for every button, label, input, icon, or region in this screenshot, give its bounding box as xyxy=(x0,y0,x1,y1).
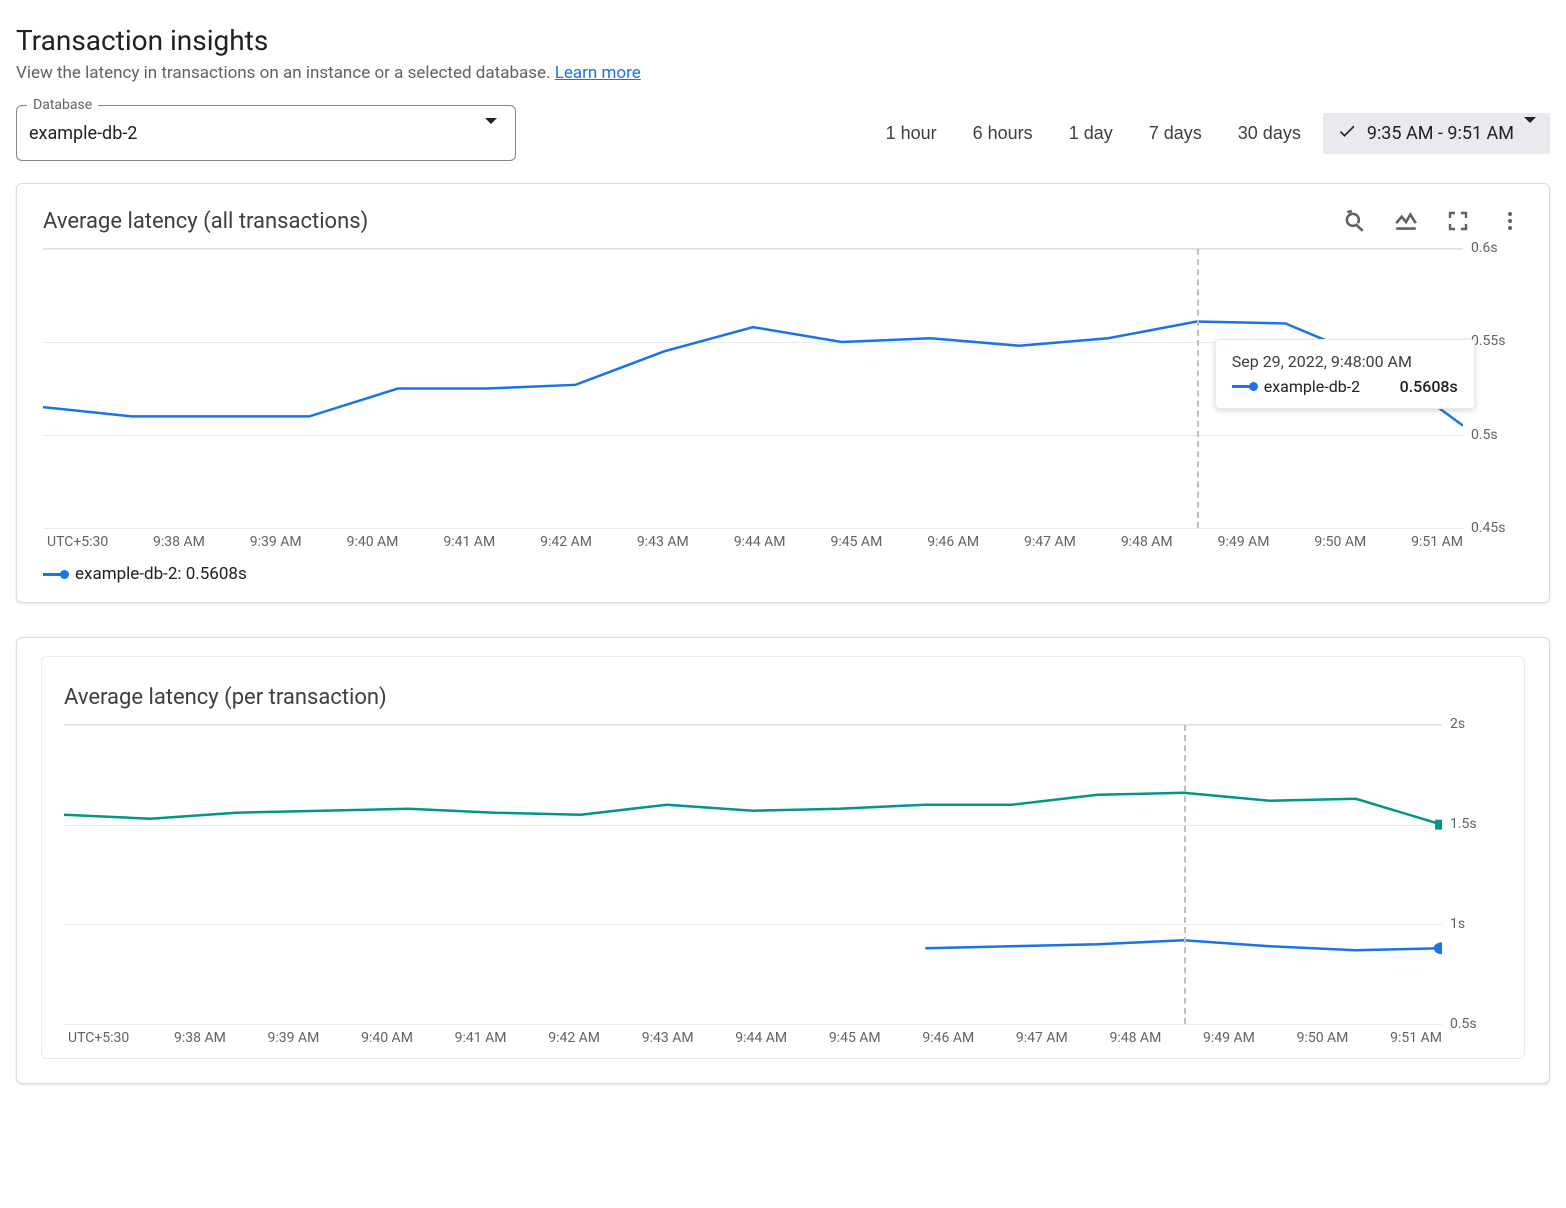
page-title: Transaction insights xyxy=(16,24,1550,57)
legend-text: example-db-2: 0.5608s xyxy=(75,564,247,584)
x-tick: 9:47 AM xyxy=(1016,1030,1068,1046)
x-tick: 9:42 AM xyxy=(540,534,592,550)
chart1-xaxis: UTC+5:30 9:38 AM 9:39 AM 9:40 AM 9:41 AM 9:4… xyxy=(43,534,1523,550)
range-1day[interactable]: 1 day xyxy=(1055,113,1127,154)
x-tick: 9:45 AM xyxy=(830,534,882,550)
range-30days[interactable]: 30 days xyxy=(1224,113,1315,154)
y-tick: 2s xyxy=(1450,716,1465,732)
range-6hours[interactable]: 6 hours xyxy=(959,113,1047,154)
x-tick: 9:44 AM xyxy=(735,1030,787,1046)
legend-toggle-icon[interactable] xyxy=(1393,208,1419,234)
database-select-value: example-db-2 xyxy=(29,123,137,144)
x-tick: 9:45 AM xyxy=(829,1030,881,1046)
chart1-legend[interactable]: example-db-2: 0.5608s xyxy=(43,564,1523,584)
x-tick: 9:40 AM xyxy=(361,1030,413,1046)
subtitle-text: View the latency in transactions on an i… xyxy=(16,63,551,83)
time-range-row: 1 hour 6 hours 1 day 7 days 30 days 9:35… xyxy=(872,113,1550,154)
chart-card-per-transaction-outer: Average latency (per transaction) 2s 1.5s… xyxy=(16,637,1550,1084)
more-icon[interactable] xyxy=(1497,208,1523,234)
range-1hour[interactable]: 1 hour xyxy=(872,113,951,154)
chart2-cursor xyxy=(1184,725,1186,1024)
x-tick: 9:46 AM xyxy=(922,1030,974,1046)
x-tick: 9:49 AM xyxy=(1218,534,1270,550)
chart1-tz: UTC+5:30 xyxy=(43,534,153,550)
x-tick: 9:38 AM xyxy=(174,1030,226,1046)
x-tick: 9:38 AM xyxy=(153,534,205,550)
y-tick: 0.55s xyxy=(1471,333,1506,349)
x-tick: 9:41 AM xyxy=(443,534,495,550)
x-tick: 9:39 AM xyxy=(268,1030,320,1046)
range-custom-label: 9:35 AM - 9:51 AM xyxy=(1367,123,1514,144)
reset-zoom-icon[interactable] xyxy=(1341,208,1367,234)
tooltip-time: Sep 29, 2022, 9:48:00 AM xyxy=(1232,352,1458,371)
chevron-down-icon xyxy=(485,124,497,143)
x-tick: 9:43 AM xyxy=(642,1030,694,1046)
x-tick: 9:48 AM xyxy=(1121,534,1173,550)
x-tick: 9:51 AM xyxy=(1411,534,1463,550)
database-select-label: Database xyxy=(27,97,98,113)
check-icon xyxy=(1337,121,1357,146)
y-tick: 0.6s xyxy=(1471,240,1498,256)
page-subtitle: View the latency in transactions on an i… xyxy=(16,63,1550,83)
x-tick: 9:46 AM xyxy=(927,534,979,550)
tooltip-value: 0.5608s xyxy=(1400,377,1458,396)
range-custom[interactable]: 9:35 AM - 9:51 AM xyxy=(1323,113,1550,154)
x-tick: 9:50 AM xyxy=(1297,1030,1349,1046)
chart2-lines xyxy=(64,725,1442,1024)
y-tick: 1s xyxy=(1450,916,1465,932)
chart2-tz: UTC+5:30 xyxy=(64,1030,174,1046)
x-tick: 9:49 AM xyxy=(1203,1030,1255,1046)
fullscreen-icon[interactable] xyxy=(1445,208,1471,234)
chart1-plot-area[interactable]: Sep 29, 2022, 9:48:00 AM example-db-2 0.… xyxy=(43,248,1523,528)
chart-card-all-transactions: Average latency (all transactions) xyxy=(16,183,1550,603)
x-tick: 9:41 AM xyxy=(455,1030,507,1046)
legend-marker xyxy=(43,573,65,576)
x-tick: 9:47 AM xyxy=(1024,534,1076,550)
x-tick: 9:48 AM xyxy=(1109,1030,1161,1046)
y-tick: 1.5s xyxy=(1450,816,1477,832)
range-7days[interactable]: 7 days xyxy=(1135,113,1216,154)
x-tick: 9:42 AM xyxy=(548,1030,600,1046)
chart2-yaxis: 2s1.5s1s0.5s xyxy=(1442,724,1502,1024)
x-tick: 9:51 AM xyxy=(1390,1030,1442,1046)
x-tick: 9:50 AM xyxy=(1314,534,1366,550)
chart1-cursor xyxy=(1197,249,1199,528)
tooltip-series-marker xyxy=(1232,385,1254,388)
learn-more-link[interactable]: Learn more xyxy=(555,63,641,83)
chart2-xaxis: UTC+5:30 9:38 AM 9:39 AM 9:40 AM 9:41 AM 9:4… xyxy=(64,1030,1502,1046)
chart2-plot-area[interactable]: 2s1.5s1s0.5s xyxy=(64,724,1502,1024)
x-tick: 9:40 AM xyxy=(347,534,399,550)
chart-card-per-transaction: Average latency (per transaction) 2s 1.5s… xyxy=(41,656,1525,1059)
y-tick: 0.45s xyxy=(1471,520,1506,536)
x-tick: 9:39 AM xyxy=(250,534,302,550)
x-tick: 9:44 AM xyxy=(734,534,786,550)
tooltip-series-name: example-db-2 xyxy=(1264,377,1360,396)
y-tick: 0.5s xyxy=(1471,427,1498,443)
chart2-title: Average latency (per transaction) xyxy=(64,685,1502,710)
chart1-tooltip: Sep 29, 2022, 9:48:00 AM example-db-2 0.… xyxy=(1215,339,1475,409)
x-tick: 9:43 AM xyxy=(637,534,689,550)
database-select[interactable]: Database example-db-2 xyxy=(16,105,516,161)
y-tick: 0.5s xyxy=(1450,1016,1477,1032)
chart1-title: Average latency (all transactions) xyxy=(43,209,368,234)
chevron-down-icon xyxy=(1524,123,1536,144)
